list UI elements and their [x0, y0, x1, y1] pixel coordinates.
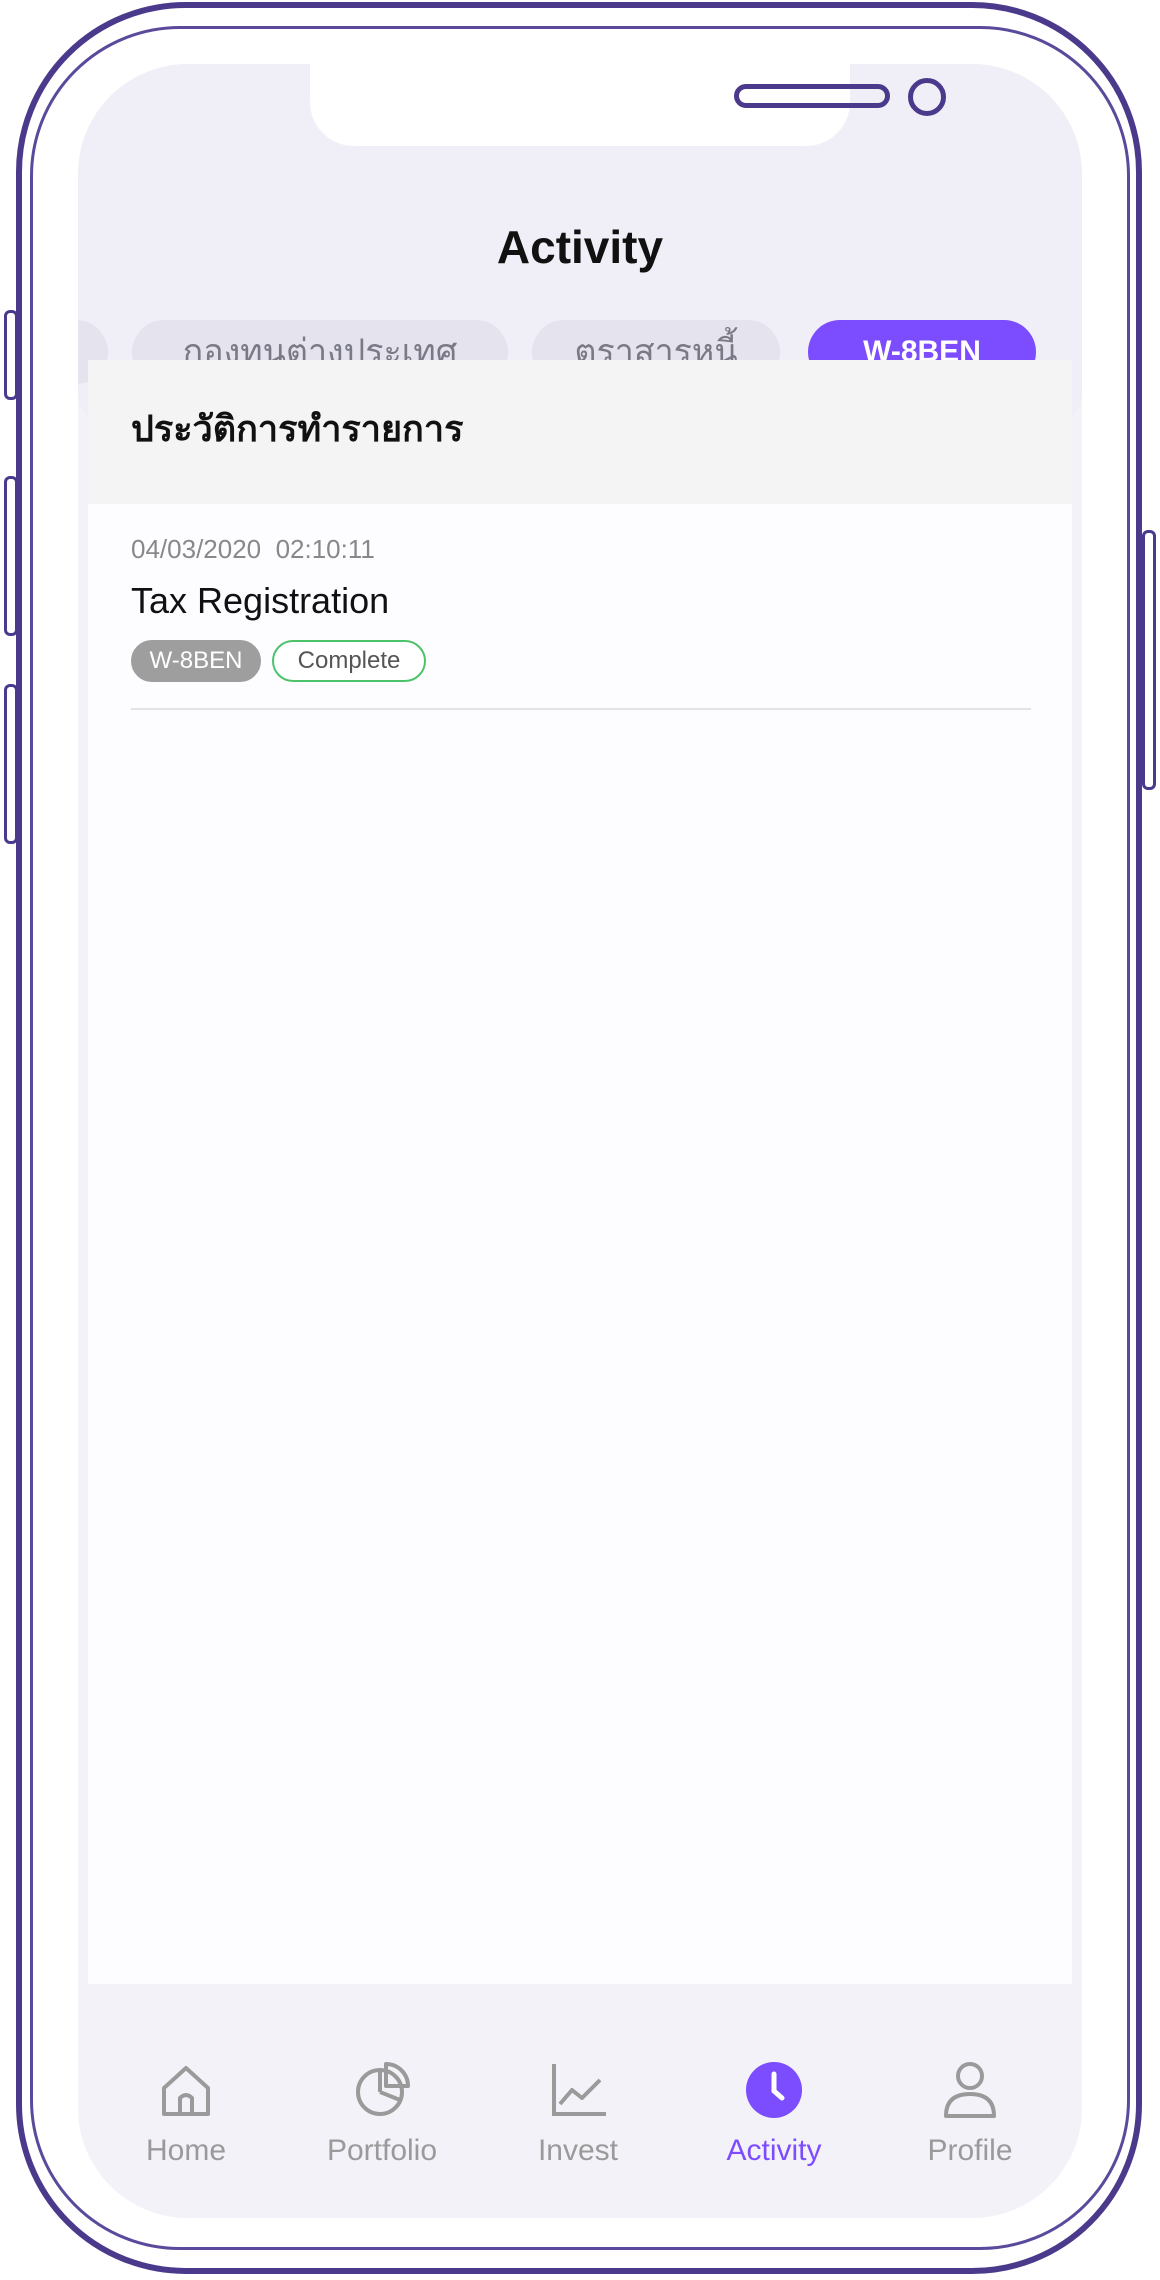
power-button [1142, 530, 1156, 790]
list-item[interactable]: 04/03/2020 02:10:11 Tax Registration W-8… [88, 504, 1072, 714]
pie-chart-icon [356, 2062, 410, 2116]
nav-invest-label: Invest [537, 2134, 619, 2167]
nav-portfolio[interactable]: Portfolio [302, 2044, 462, 2218]
nav-home-label: Home [145, 2134, 227, 2167]
transaction-list: 04/03/2020 02:10:11 Tax Registration W-8… [88, 504, 1072, 1984]
front-camera [908, 78, 946, 116]
nav-profile-label: Profile [927, 2134, 1013, 2167]
clock-icon [746, 2062, 802, 2118]
page-title: Activity [496, 221, 664, 273]
notch [310, 64, 946, 146]
nav-activity-label: Activity [726, 2134, 822, 2167]
line-chart-icon [552, 2064, 606, 2116]
transaction-title: Tax Registration [131, 580, 390, 621]
app-screen: Activity กองทุนต่างประเทศ ตราสารหนี้ W-8… [78, 64, 1082, 2218]
nav-portfolio-label: Portfolio [326, 2134, 438, 2167]
bottom-nav: Home Portfolio Invest Activity Profile [78, 2044, 1082, 2218]
nav-activity[interactable]: Activity [694, 2044, 854, 2218]
volume-down-button [4, 684, 18, 844]
transaction-datetime: 04/03/2020 02:10:11 [131, 534, 375, 564]
speaker [734, 84, 890, 108]
section-header: ประวัติการทำรายการ [88, 360, 1072, 504]
nav-invest[interactable]: Invest [498, 2044, 658, 2218]
type-badge: W-8BEN [131, 640, 261, 682]
home-icon [162, 2066, 210, 2116]
nav-profile[interactable]: Profile [890, 2044, 1050, 2218]
nav-home[interactable]: Home [106, 2044, 266, 2218]
divider [131, 708, 1031, 710]
section-title: ประวัติการทำรายการ [131, 408, 464, 449]
status-badge: Complete [272, 640, 426, 682]
volume-up-button [4, 476, 18, 636]
person-icon [944, 2062, 996, 2118]
mute-switch [4, 310, 18, 400]
